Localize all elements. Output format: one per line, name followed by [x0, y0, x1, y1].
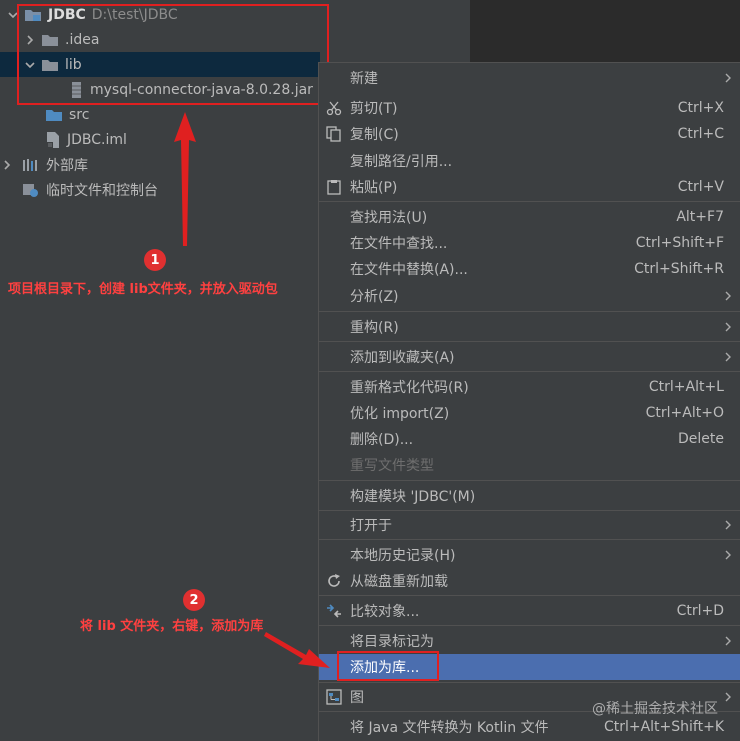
menu-item-local-history[interactable]: 本地历史记录(H): [319, 542, 740, 568]
module-file-icon: [45, 131, 61, 149]
menu-item-open-in[interactable]: 打开于: [319, 512, 740, 538]
submenu-arrow-icon: [725, 352, 731, 362]
menu-item-optimize-imports[interactable]: 优化 import(Z) Ctrl+Alt+O: [319, 400, 740, 426]
ide-screenshot: JDBC D:\test\JDBC .idea lib mysql-connec…: [0, 0, 740, 741]
compare-icon: [325, 602, 343, 620]
menu-item-new[interactable]: 新建: [319, 65, 740, 91]
arrow-up-icon: [174, 112, 196, 246]
step-2-text: 将 lib 文件夹，右键，添加为库: [80, 619, 264, 634]
menu-separator: [319, 311, 740, 312]
submenu-arrow-icon: [725, 73, 731, 83]
context-menu: 新建 剪切(T) Ctrl+X 复制(C) Ctrl+C 复制路径/引用... …: [318, 62, 740, 741]
menu-separator: [319, 595, 740, 596]
submenu-arrow-icon: [725, 550, 731, 560]
clipboard-icon: [325, 178, 343, 196]
reload-icon: [325, 572, 343, 590]
menu-item-delete[interactable]: 删除(D)... Delete: [319, 426, 740, 452]
library-icon: [22, 157, 40, 173]
menu-item-add-to-favorites[interactable]: 添加到收藏夹(A): [319, 344, 740, 370]
menu-separator: [319, 682, 740, 683]
diagram-icon: [325, 688, 343, 706]
tree-item-label: 临时文件和控制台: [46, 182, 158, 199]
highlight-box-project: [17, 4, 329, 105]
menu-item-analyze[interactable]: 分析(Z): [319, 283, 740, 309]
menu-separator: [319, 341, 740, 342]
menu-separator: [319, 510, 740, 511]
source-folder-icon: [45, 108, 63, 122]
menu-item-build-module[interactable]: 构建模块 'JDBC'(M): [319, 483, 740, 509]
menu-item-copy[interactable]: 复制(C) Ctrl+C: [319, 121, 740, 147]
editor-area: [470, 0, 740, 62]
menu-item-find-usages[interactable]: 查找用法(U) Alt+F7: [319, 204, 740, 230]
menu-separator: [319, 480, 740, 481]
copy-icon: [325, 125, 343, 143]
menu-item-paste[interactable]: 粘贴(P) Ctrl+V: [319, 174, 740, 200]
submenu-arrow-icon: [725, 322, 731, 332]
scratches-icon: [22, 182, 40, 198]
menu-item-find-in-files[interactable]: 在文件中查找... Ctrl+Shift+F: [319, 230, 740, 256]
tree-item-label: 外部库: [46, 157, 88, 174]
menu-item-refactor[interactable]: 重构(R): [319, 314, 740, 340]
menu-item-reload-from-disk[interactable]: 从磁盘重新加载: [319, 568, 740, 594]
menu-item-copy-path[interactable]: 复制路径/引用...: [319, 148, 740, 174]
menu-item-replace-in-files[interactable]: 在文件中替换(A)... Ctrl+Shift+R: [319, 256, 740, 282]
chevron-right-icon[interactable]: [0, 158, 14, 172]
highlight-box-add-library: [337, 651, 439, 681]
menu-item-override-file-type: 重写文件类型: [350, 458, 434, 474]
menu-item-cut[interactable]: 剪切(T) Ctrl+X: [319, 95, 740, 121]
submenu-arrow-icon: [725, 636, 731, 646]
menu-separator: [319, 371, 740, 372]
menu-item-reformat-code[interactable]: 重新格式化代码(R) Ctrl+Alt+L: [319, 374, 740, 400]
step-1-text: 项目根目录下，创建 lib文件夹，并放入驱动包: [8, 282, 278, 297]
submenu-arrow-icon: [725, 291, 731, 301]
watermark: @稀土掘金技术社区: [592, 701, 718, 717]
submenu-arrow-icon: [725, 520, 731, 530]
arrow-right-icon: [264, 632, 330, 668]
step-2-badge: 2: [183, 589, 205, 611]
tree-item-label: src: [69, 106, 90, 123]
menu-separator: [319, 625, 740, 626]
tree-item-label: JDBC.iml: [67, 131, 127, 148]
scissors-icon: [325, 99, 343, 117]
submenu-arrow-icon: [725, 692, 731, 702]
step-1-badge: 1: [144, 249, 166, 271]
menu-item-compare-with[interactable]: 比较对象... Ctrl+D: [319, 598, 740, 624]
menu-separator: [319, 539, 740, 540]
menu-separator: [319, 201, 740, 202]
